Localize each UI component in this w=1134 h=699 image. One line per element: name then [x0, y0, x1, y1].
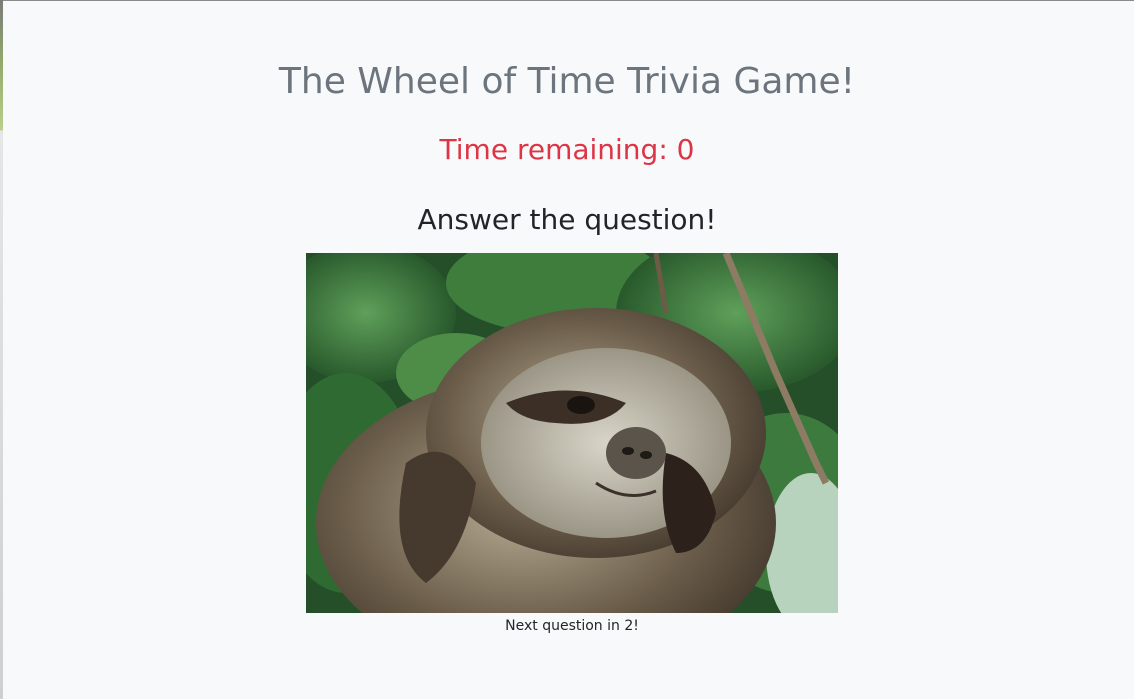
page-frame: The Wheel of Time Trivia Game! Time rema… — [0, 0, 1134, 699]
answer-prompt: Answer the question! — [417, 203, 717, 236]
page-title: The Wheel of Time Trivia Game! — [278, 61, 856, 102]
sloth-gif-image — [306, 253, 838, 613]
time-remaining-text: Time remaining: 0 — [439, 133, 695, 166]
next-question-countdown: Next question in 2! — [505, 618, 639, 634]
window-top-border — [0, 0, 1134, 1]
